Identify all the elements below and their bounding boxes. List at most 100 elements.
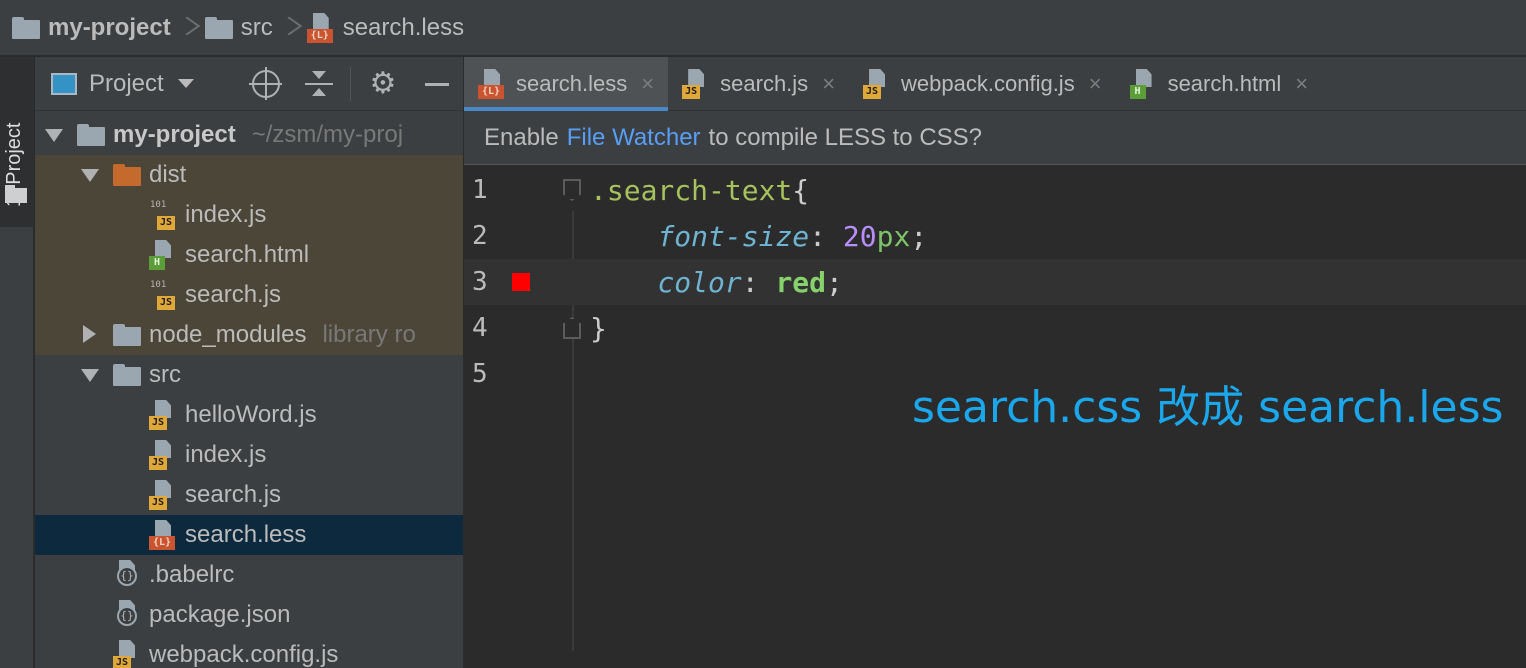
collapse-all-icon[interactable] <box>305 70 333 98</box>
breadcrumb-file[interactable]: {L} search.less <box>306 12 464 43</box>
html-file-icon: H <box>1129 69 1158 99</box>
header-divider <box>350 67 351 101</box>
tree-file-label: search.js <box>185 481 282 508</box>
tree-file-src-helloword-js[interactable]: JS helloWord.js <box>35 395 463 435</box>
expand-arrow-icon[interactable] <box>77 365 103 385</box>
less-file-icon: {L} <box>149 520 177 550</box>
code-line-4: 4 } <box>464 305 1526 351</box>
project-tool-window-tab[interactable]: 1: Project <box>0 57 34 227</box>
css-property: font-size <box>657 219 810 253</box>
tree-file-src-index-js[interactable]: JS index.js <box>35 435 463 475</box>
line-number: 1 <box>472 175 488 205</box>
close-icon[interactable]: × <box>1295 71 1308 97</box>
expand-arrow-icon[interactable] <box>77 165 103 185</box>
tree-file-label: index.js <box>185 441 267 468</box>
tree-file-dist-index-js[interactable]: 101 JS index.js <box>35 195 463 235</box>
css-number: 20 <box>842 219 877 253</box>
editor-tabs: {L} search.less × JS search.js × JS webp… <box>464 57 1526 111</box>
line-number: 3 <box>472 267 488 297</box>
tree-root-my-project[interactable]: my-project ~/zsm/my-proj <box>35 115 463 155</box>
tree-folder-suffix: library ro <box>322 321 416 348</box>
js-file-icon: JS <box>682 69 710 99</box>
project-panel-header: Project ⚙ <box>35 57 463 111</box>
breadcrumb-folder-label: src <box>240 13 273 41</box>
colon: : <box>809 219 827 253</box>
target-icon[interactable] <box>249 67 282 100</box>
tree-file-babelrc[interactable]: {} .babelrc <box>35 555 463 595</box>
file-watcher-link[interactable]: File Watcher <box>567 124 701 152</box>
semicolon: ; <box>826 265 843 299</box>
fold-open-icon[interactable] <box>563 179 581 201</box>
project-panel: Project ⚙ my-project ~/zsm/my-proj dist … <box>35 57 463 668</box>
js-file-icon: JS <box>863 69 891 99</box>
tree-file-label: search.js <box>185 281 282 308</box>
tree-folder-node-modules[interactable]: node_modules library ro <box>35 315 463 355</box>
annotation-text: search.css 改成 search.less <box>912 382 1504 433</box>
tab-webpack-config-js[interactable]: JS webpack.config.js × <box>849 57 1116 111</box>
color-preview-icon[interactable] <box>512 273 530 291</box>
line-number: 2 <box>472 221 488 251</box>
tree-file-dist-search-html[interactable]: H search.html <box>35 235 463 275</box>
js-binary-file-icon: 101 JS <box>149 200 177 230</box>
folder-icon <box>113 324 141 346</box>
folder-icon <box>77 124 105 146</box>
breadcrumb-project-label: my-project <box>48 13 171 41</box>
project-view-selector[interactable]: Project <box>35 70 194 98</box>
close-icon[interactable]: × <box>1089 71 1102 97</box>
config-file-icon: {} <box>113 600 141 630</box>
tree-file-label: index.js <box>185 201 267 228</box>
tree-root-path: ~/zsm/my-proj <box>251 121 404 148</box>
fold-close-icon[interactable] <box>563 317 581 339</box>
tree-file-src-search-js[interactable]: JS search.js <box>35 475 463 515</box>
project-tree: my-project ~/zsm/my-proj dist 101 JS inde… <box>35 115 463 668</box>
js-file-icon: JS <box>149 480 177 510</box>
folder-icon <box>5 185 27 203</box>
tab-search-js[interactable]: JS search.js × <box>668 57 849 111</box>
gear-icon[interactable]: ⚙ <box>369 69 397 99</box>
expand-arrow-icon[interactable] <box>41 125 67 145</box>
line-number: 5 <box>472 359 488 389</box>
tree-file-src-search-less[interactable]: {L} search.less <box>35 515 463 555</box>
line-number: 4 <box>472 313 488 343</box>
code-line-2: 2 font-size: 20px; <box>464 213 1526 259</box>
tree-file-label: helloWord.js <box>185 401 317 428</box>
project-window-icon <box>51 72 77 95</box>
tool-window-strip: 1: Project <box>0 57 34 668</box>
tab-label: search.html <box>1167 71 1282 96</box>
js-file-icon: JS <box>149 440 177 470</box>
code-line-3: 3 color: red; <box>464 259 1526 305</box>
breadcrumb-separator-icon <box>177 11 199 45</box>
tree-folder-dist[interactable]: dist <box>35 155 463 195</box>
excluded-folder-icon <box>113 164 141 186</box>
semicolon: ; <box>910 219 928 253</box>
less-file-icon: {L} <box>478 69 506 99</box>
css-value: red <box>775 265 827 299</box>
config-file-icon: {} <box>113 560 141 590</box>
css-unit: px <box>876 219 911 253</box>
banner-suffix: to compile LESS to CSS? <box>708 123 983 151</box>
close-icon[interactable]: × <box>641 71 654 97</box>
tab-label: search.less <box>516 71 628 96</box>
tree-file-dist-search-js[interactable]: 101 JS search.js <box>35 275 463 315</box>
breadcrumb-separator-icon <box>279 11 301 45</box>
breadcrumb-folder[interactable]: src <box>204 13 273 42</box>
file-watcher-banner: Enable File Watcher to compile LESS to C… <box>464 111 1526 165</box>
banner-prefix: Enable <box>484 123 559 151</box>
tree-folder-label: src <box>149 361 181 388</box>
tab-search-less[interactable]: {L} search.less × <box>464 57 669 111</box>
less-file-icon: {L} <box>306 12 335 43</box>
tab-search-html[interactable]: H search.html × <box>1116 57 1323 111</box>
css-property: color <box>657 265 742 299</box>
breadcrumb-project[interactable]: my-project <box>12 14 171 42</box>
tree-folder-src[interactable]: src <box>35 355 463 395</box>
tree-file-webpack-config-js[interactable]: JS webpack.config.js <box>35 635 463 668</box>
close-brace: } <box>590 311 607 345</box>
close-icon[interactable]: × <box>822 71 835 97</box>
tab-label: search.js <box>720 71 809 96</box>
collapse-arrow-icon[interactable] <box>77 325 103 345</box>
tree-file-label: search.html <box>185 241 310 268</box>
tree-file-package-json[interactable]: {} package.json <box>35 595 463 635</box>
tree-file-label: .babelrc <box>149 561 235 588</box>
minimize-icon[interactable] <box>423 70 451 98</box>
tree-file-label: webpack.config.js <box>149 641 339 668</box>
